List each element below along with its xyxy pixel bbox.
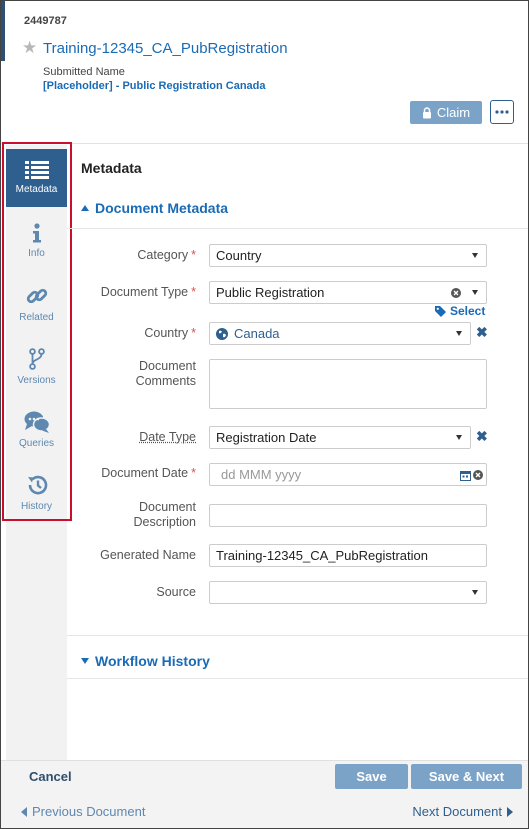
date-type-value: Registration Date (216, 430, 317, 445)
section-divider (67, 635, 528, 636)
caret-down-icon (81, 658, 89, 664)
next-document-label: Next Document (412, 804, 502, 819)
chevron-down-icon (456, 435, 462, 440)
select-link-label: Select (450, 304, 486, 318)
clear-icon[interactable] (473, 470, 483, 480)
document-date-label: Document Date * (101, 466, 196, 480)
header-divider (1, 143, 528, 144)
content-title: Metadata (81, 160, 142, 176)
document-comments-textarea[interactable] (209, 359, 487, 409)
star-icon[interactable]: ★ (22, 38, 37, 58)
document-date-input[interactable]: dd MMM yyyy (209, 463, 487, 486)
chevron-down-icon (472, 590, 478, 595)
document-type-select[interactable]: Public Registration (209, 281, 487, 304)
save-next-button[interactable]: Save & Next (411, 764, 522, 789)
date-type-select[interactable]: Registration Date (209, 426, 471, 449)
previous-document-link[interactable]: Previous Document (21, 804, 145, 819)
section-document-metadata[interactable]: Document Metadata (81, 200, 228, 216)
document-type-label: Document Type * (100, 285, 196, 299)
ellipsis-icon (495, 110, 509, 114)
calendar-icon[interactable] (460, 470, 471, 481)
lock-icon (422, 106, 431, 118)
submitted-name-value: [Placeholder] - Public Registration Cana… (43, 80, 266, 92)
generated-name-label: Generated Name (100, 548, 196, 562)
section-divider (67, 228, 528, 229)
window-frame (0, 0, 529, 829)
document-description-label: Document Description (133, 500, 196, 529)
more-options-button[interactable] (490, 100, 514, 124)
chevron-down-icon (456, 331, 462, 336)
caret-up-icon (81, 205, 89, 211)
country-select[interactable]: Canada (209, 322, 471, 345)
remove-country-icon[interactable]: ✖ (476, 324, 488, 341)
category-value: Country (216, 248, 262, 263)
section-title-label: Document Metadata (95, 200, 229, 216)
country-label: Country * (144, 326, 196, 340)
document-id: 2449787 (24, 15, 67, 27)
document-type-value: Public Registration (216, 285, 325, 300)
generated-name-value: Training-12345_CA_PubRegistration (216, 548, 428, 563)
section-workflow-history[interactable]: Workflow History (81, 653, 210, 669)
chevron-down-icon (472, 290, 478, 295)
category-label: Category * (137, 248, 196, 262)
accent-bar (1, 1, 5, 61)
clear-icon[interactable] (451, 288, 461, 298)
document-date-placeholder: dd MMM yyyy (221, 467, 302, 482)
arrow-left-icon (21, 806, 27, 817)
source-select[interactable] (209, 581, 487, 604)
country-value: Canada (234, 326, 280, 341)
submitted-name-label: Submitted Name (43, 66, 125, 78)
globe-icon (216, 327, 228, 340)
next-document-link[interactable]: Next Document (412, 804, 513, 819)
section-title-label: Workflow History (95, 653, 210, 669)
section-divider (67, 678, 528, 679)
document-title[interactable]: Training-12345_CA_PubRegistration (43, 40, 288, 57)
date-type-label: Date Type (139, 430, 196, 444)
category-select[interactable]: Country (209, 244, 487, 267)
sidebar-highlight-box (2, 142, 72, 521)
document-comments-label: Document Comments (135, 359, 196, 388)
document-description-input[interactable] (209, 504, 487, 527)
cancel-button[interactable]: Cancel (29, 769, 72, 784)
claim-button[interactable]: Claim (410, 101, 482, 124)
select-link[interactable]: Select (435, 304, 485, 318)
claim-label: Claim (436, 105, 471, 120)
chevron-down-icon (472, 253, 478, 258)
remove-date-type-icon[interactable]: ✖ (476, 428, 488, 445)
save-button[interactable]: Save (335, 764, 408, 789)
source-label: Source (156, 585, 196, 599)
previous-document-label: Previous Document (32, 804, 146, 819)
generated-name-input[interactable]: Training-12345_CA_PubRegistration (209, 544, 487, 567)
arrow-right-icon (507, 806, 513, 817)
tag-icon (435, 305, 446, 317)
